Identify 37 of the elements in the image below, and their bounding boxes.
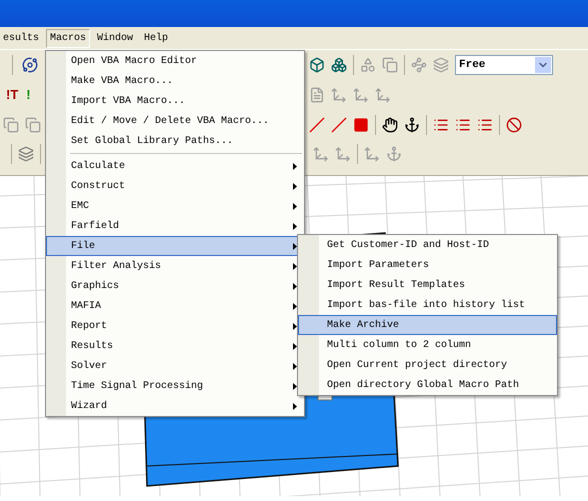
submenu-arrow-icon xyxy=(293,382,297,390)
menu-item[interactable]: Make Archive xyxy=(298,315,557,335)
submenu-arrow-icon xyxy=(293,242,297,250)
mode-dropdown[interactable]: Free xyxy=(455,55,553,75)
submenu-arrow-icon xyxy=(293,282,297,290)
menu-bar-item[interactable]: Help xyxy=(140,28,172,48)
menu-item[interactable]: EMC xyxy=(46,196,304,216)
submenu-arrow-icon xyxy=(293,322,297,330)
menu-item[interactable]: Edit / Move / Delete VBA Macro... xyxy=(46,111,304,131)
submenu-arrow-icon xyxy=(293,202,297,210)
submenu-arrow-icon xyxy=(293,222,297,230)
submenu-arrow-icon xyxy=(293,362,297,370)
menu-item[interactable]: Farfield xyxy=(46,216,304,236)
menu-item[interactable]: Wizard xyxy=(46,396,304,416)
submenu-arrow-icon xyxy=(293,182,297,190)
chevron-down-icon[interactable] xyxy=(535,57,551,73)
submenu-arrow-icon xyxy=(293,262,297,270)
menu-item[interactable]: Open directory Global Macro Path xyxy=(298,375,557,395)
menu-item[interactable]: Import bas-file into history list xyxy=(298,295,557,315)
menu-item[interactable]: Import Result Templates xyxy=(298,275,557,295)
submenu-arrow-icon xyxy=(293,402,297,410)
submenu-arrow-icon xyxy=(293,342,297,350)
menu-item[interactable]: Calculate xyxy=(46,156,304,176)
menu-item[interactable]: Make VBA Macro... xyxy=(46,71,304,91)
toolbar-text-button[interactable]: !T xyxy=(6,85,18,105)
menu-bar-item[interactable]: esults xyxy=(0,28,44,48)
menu-item[interactable]: Set Global Library Paths... xyxy=(46,131,304,151)
menu-item[interactable]: Open Current project directory xyxy=(298,355,557,375)
menu-item[interactable]: Import Parameters xyxy=(298,255,557,275)
menu-item[interactable]: Open VBA Macro Editor xyxy=(46,51,304,71)
submenu-arrow-icon xyxy=(293,302,297,310)
menu-bar-item[interactable]: Window xyxy=(93,28,138,48)
menu-item[interactable]: Construct xyxy=(46,176,304,196)
menu-item[interactable]: Multi column to 2 column xyxy=(298,335,557,355)
menu-bar-item[interactable]: Macros xyxy=(46,28,90,48)
menu-item[interactable]: Import VBA Macro... xyxy=(46,91,304,111)
submenu-arrow-icon xyxy=(293,162,297,170)
